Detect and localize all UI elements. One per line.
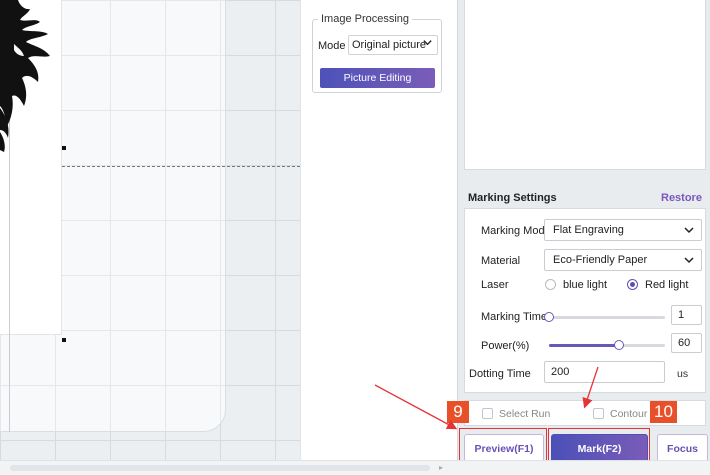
artwork-image[interactable] [0, 0, 62, 160]
chevron-down-icon [684, 257, 694, 264]
contour-checkbox[interactable] [593, 408, 604, 419]
marking-times-slider[interactable] [544, 312, 665, 322]
laser-label: Laser [481, 279, 509, 291]
step-10-badge: 10 [650, 401, 677, 423]
marking-mode-label: Marking Mode [481, 225, 551, 237]
power-slider-fill [549, 344, 619, 347]
image-processing-title: Image Processing [318, 13, 413, 25]
marking-times-slider-thumb[interactable] [544, 312, 554, 322]
red-light-radio[interactable] [627, 279, 638, 290]
marking-times-input[interactable]: 1 [671, 305, 702, 325]
marking-settings-header: Marking Settings [468, 192, 557, 204]
settings-panel: Marking Settings Restore Marking Mode Fl… [457, 0, 710, 460]
material-select[interactable]: Eco-Friendly Paper [544, 249, 702, 271]
power-label: Power(%) [481, 340, 530, 352]
selection-handle-bottom[interactable] [62, 338, 66, 342]
material-value: Eco-Friendly Paper [553, 254, 648, 266]
power-input[interactable]: 60 [671, 333, 702, 353]
dotting-time-unit: us [677, 368, 689, 380]
mode-select[interactable]: Original picture [348, 35, 438, 55]
mode-select-value: Original picture [352, 39, 426, 51]
chevron-down-icon [684, 227, 694, 234]
design-canvas[interactable] [0, 0, 300, 460]
preview-window [464, 0, 706, 170]
step-9-badge: 9 [447, 401, 469, 423]
restore-link[interactable]: Restore [661, 192, 702, 204]
red-light-label: Red light [645, 279, 689, 291]
center-guide-line [62, 166, 300, 167]
marking-mode-value: Flat Engraving [553, 224, 624, 236]
blue-light-radio[interactable] [545, 279, 556, 290]
horizontal-scrollbar[interactable]: ▸ [0, 460, 710, 475]
selection-handle-top[interactable] [62, 146, 66, 150]
select-run-checkbox[interactable] [482, 408, 493, 419]
marking-times-label: Marking Times [481, 311, 553, 323]
scrollbar-thumb[interactable] [10, 465, 430, 471]
image-processing-group: Image Processing Mode Original picture P… [312, 13, 442, 93]
marking-mode-select[interactable]: Flat Engraving [544, 219, 702, 241]
dotting-time-label: Dotting Time [469, 368, 531, 380]
picture-editing-button[interactable]: Picture Editing [320, 68, 435, 88]
canvas-workspace[interactable] [0, 0, 226, 432]
power-slider-thumb[interactable] [613, 340, 624, 350]
blue-light-label: blue light [563, 279, 608, 291]
contour-label: Contour [610, 408, 648, 420]
image-properties-panel: Image Processing Mode Original picture P… [300, 0, 457, 460]
dotting-time-input[interactable]: 200 [544, 361, 665, 383]
mode-label: Mode [318, 40, 346, 52]
scroll-right-icon[interactable]: ▸ [439, 463, 443, 472]
select-run-label: Select Run [499, 408, 551, 420]
chevron-down-icon [423, 40, 432, 46]
power-slider[interactable] [549, 340, 665, 350]
material-label: Material [481, 255, 521, 267]
marking-settings-box: Marking Mode Flat Engraving Material Eco… [464, 208, 706, 393]
